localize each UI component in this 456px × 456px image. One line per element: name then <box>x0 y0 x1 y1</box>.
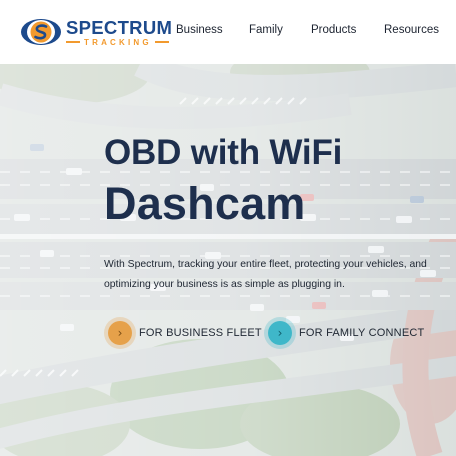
business-fleet-label: FOR BUSINESS FLEET <box>139 327 262 339</box>
main-nav: Business Family Products Resources <box>0 24 456 42</box>
business-cta-dot: › <box>104 317 136 349</box>
family-cta-dot: › <box>264 317 296 349</box>
nav-resources[interactable]: Resources <box>384 24 439 36</box>
nav-family[interactable]: Family <box>249 24 283 36</box>
site-header: SPECTRUM TRACKING Business Family Produc… <box>0 0 456 64</box>
hero-title-line1: OBD with WiFi <box>104 133 343 172</box>
chevron-right-icon: › <box>117 326 123 340</box>
nav-business[interactable]: Business <box>176 24 223 36</box>
nav-products[interactable]: Products <box>311 24 356 36</box>
hero-description: With Spectrum, tracking your entire flee… <box>104 259 427 290</box>
hero-title-line2: Dashcam <box>104 178 306 229</box>
chevron-right-icon: › <box>277 326 283 340</box>
hero-section: OBD with WiFi Dashcam With Spectrum, tra… <box>0 64 456 456</box>
family-connect-label: FOR FAMILY CONNECT <box>299 327 425 339</box>
business-fleet-cta[interactable]: › FOR BUSINESS FLEET <box>104 317 262 349</box>
family-connect-cta[interactable]: › FOR FAMILY CONNECT <box>264 317 425 349</box>
